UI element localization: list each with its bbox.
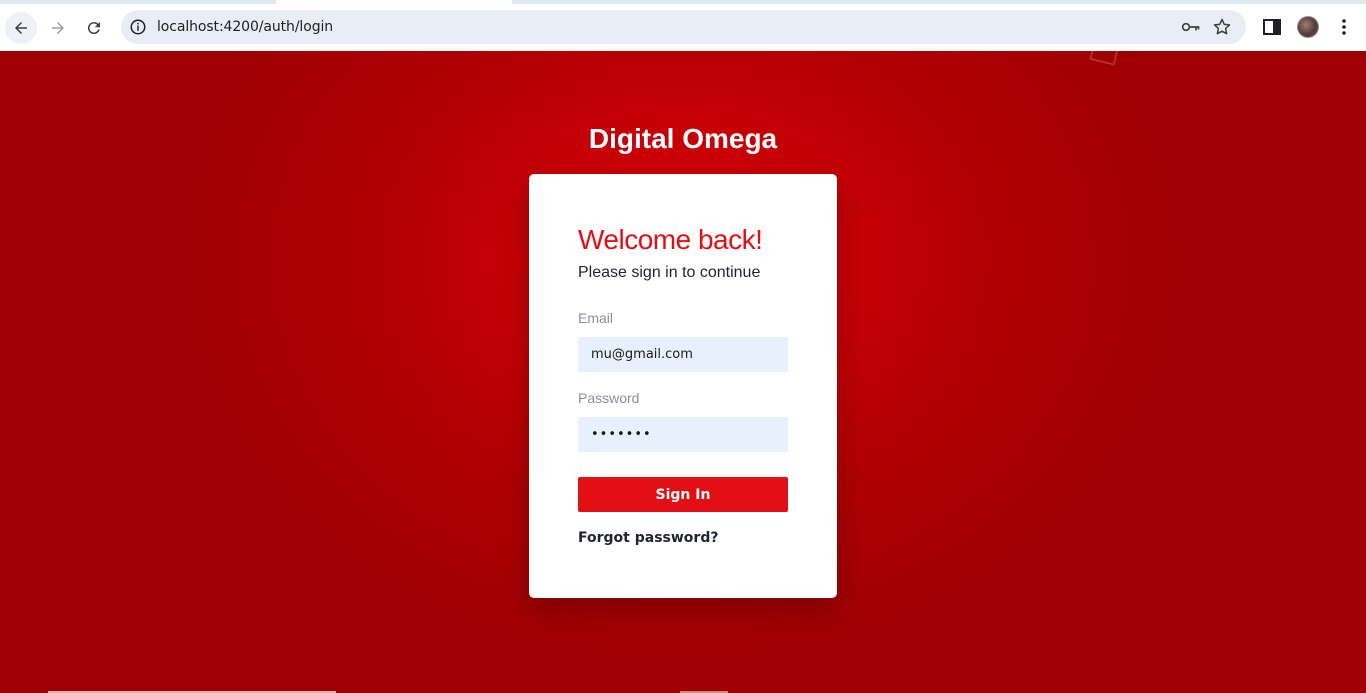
page-viewport: Digital Omega Welcome back! Please sign … xyxy=(0,51,1366,693)
side-panel-icon[interactable] xyxy=(1262,17,1282,37)
browser-toolbar: localhost:4200/auth/login xyxy=(0,4,1366,51)
star-icon[interactable] xyxy=(1212,17,1232,37)
key-icon[interactable] xyxy=(1181,18,1201,36)
avatar[interactable] xyxy=(1297,16,1319,38)
address-bar[interactable]: localhost:4200/auth/login xyxy=(121,10,1246,44)
forgot-password-link[interactable]: Forgot password? xyxy=(578,530,718,546)
back-button[interactable] xyxy=(5,12,37,44)
url-text[interactable]: localhost:4200/auth/login xyxy=(157,19,333,35)
signin-subheading: Please sign in to continue xyxy=(578,264,761,281)
reload-icon xyxy=(87,22,100,35)
brand-title: Digital Omega xyxy=(588,123,778,154)
more-vertical-icon[interactable] xyxy=(1334,17,1354,37)
back-arrow-icon xyxy=(15,22,27,34)
password-label: Password xyxy=(578,390,640,406)
password-field[interactable] xyxy=(578,417,788,452)
forward-arrow-icon xyxy=(52,22,64,34)
email-field[interactable] xyxy=(578,337,788,372)
welcome-heading: Welcome back! xyxy=(578,224,763,255)
reload-button[interactable] xyxy=(78,12,110,44)
sign-in-button[interactable]: Sign In xyxy=(578,477,788,512)
forward-button[interactable] xyxy=(42,12,74,44)
info-icon[interactable] xyxy=(129,18,147,36)
email-label: Email xyxy=(578,310,614,326)
decorative-square xyxy=(1089,51,1121,66)
login-card: Welcome back! Please sign in to continue… xyxy=(529,174,837,598)
